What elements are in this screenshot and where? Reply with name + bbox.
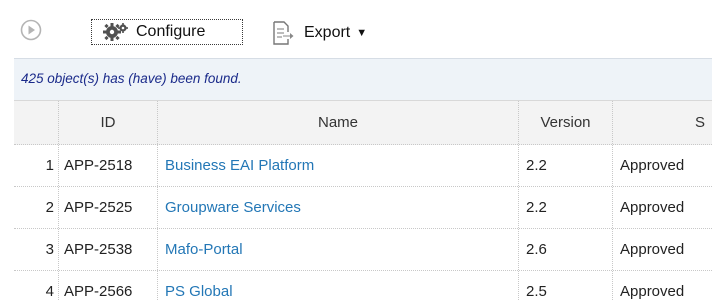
configure-button[interactable]: Configure (91, 19, 243, 45)
cell-name: Mafo-Portal (158, 229, 519, 270)
cell-version: 2.5 (519, 271, 613, 300)
column-header-status[interactable]: S (613, 101, 712, 144)
cell-version: 2.2 (519, 187, 613, 228)
cell-status: Approved (620, 241, 685, 258)
cell-status: Approved (620, 283, 685, 300)
page: Configure Export ▼ 425 object(s) has (ha… (0, 0, 712, 300)
toolbar: Configure Export ▼ (14, 12, 712, 58)
cell-id: APP-2566 (59, 271, 158, 300)
cell-name: Business EAI Platform (158, 145, 519, 186)
table-row[interactable]: 4 APP-2566 PS Global 2.5 Approved (14, 271, 712, 300)
table-row[interactable]: 3 APP-2538 Mafo-Portal 2.6 Approved (14, 229, 712, 271)
table-row[interactable]: 1 APP-2518 Business EAI Platform 2.2 App… (14, 145, 712, 187)
export-label: Export (304, 24, 351, 41)
application-link[interactable]: Mafo-Portal (165, 241, 243, 258)
row-number-header (14, 101, 59, 144)
cell-id: APP-2525 (59, 187, 158, 228)
gear-icon (103, 23, 128, 41)
table-header: ID Name Version S (14, 101, 712, 145)
play-circle-icon (20, 19, 42, 41)
application-link[interactable]: Groupware Services (165, 199, 301, 216)
row-number: 3 (14, 229, 59, 270)
cell-id: APP-2538 (59, 229, 158, 270)
application-link[interactable]: PS Global (165, 283, 233, 300)
caret-down-icon: ▼ (356, 27, 368, 39)
cell-version: 2.6 (519, 229, 613, 270)
cell-status: Approved (620, 157, 685, 174)
run-button[interactable] (19, 18, 43, 42)
cell-status: Approved (620, 199, 685, 216)
results-count-message: 425 object(s) has (have) been found. (21, 71, 242, 86)
cell-id: APP-2518 (59, 145, 158, 186)
table-row[interactable]: 2 APP-2525 Groupware Services 2.2 Approv… (14, 187, 712, 229)
configure-label: Configure (136, 23, 206, 40)
results-info-bar: 425 object(s) has (have) been found. (14, 58, 712, 100)
cell-name: Groupware Services (158, 187, 519, 228)
row-number: 1 (14, 145, 59, 186)
export-document-icon (273, 21, 294, 45)
cell-version: 2.2 (519, 145, 613, 186)
results-table: ID Name Version S 1 APP-2518 Business EA… (14, 100, 712, 300)
cell-name: PS Global (158, 271, 519, 300)
row-number: 4 (14, 271, 59, 300)
column-header-id[interactable]: ID (59, 101, 158, 144)
application-link[interactable]: Business EAI Platform (165, 157, 314, 174)
row-number: 2 (14, 187, 59, 228)
export-button[interactable]: Export ▼ (272, 20, 367, 46)
column-header-name[interactable]: Name (158, 101, 519, 144)
column-header-version[interactable]: Version (519, 101, 613, 144)
